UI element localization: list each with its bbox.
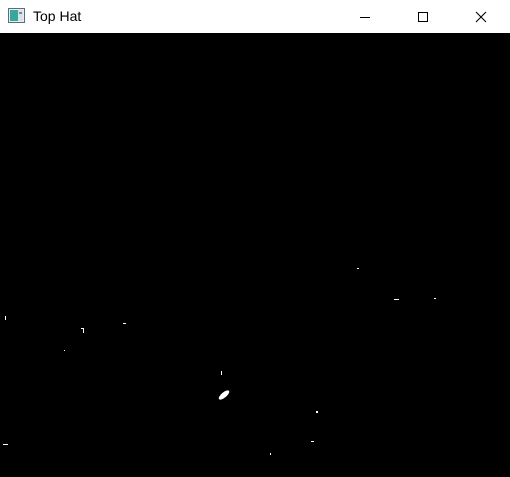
window-title: Top Hat <box>33 8 82 24</box>
image-canvas <box>0 33 510 477</box>
speck <box>64 350 65 351</box>
speck <box>270 453 271 455</box>
maximize-icon <box>418 11 428 22</box>
speck <box>123 323 126 324</box>
speck <box>3 444 8 445</box>
tophat-image <box>0 33 510 477</box>
speck <box>311 441 314 442</box>
window-app-icon <box>8 8 25 23</box>
minimize-icon <box>360 16 370 18</box>
speck <box>357 268 359 269</box>
speck <box>434 298 436 299</box>
speck <box>83 328 84 333</box>
speck <box>221 371 222 375</box>
close-icon <box>475 11 487 22</box>
app-window: Top Hat <box>0 0 510 477</box>
speck <box>5 316 6 320</box>
minimize-button[interactable] <box>336 0 394 33</box>
speck <box>394 299 399 300</box>
title-bar[interactable]: Top Hat <box>0 0 510 33</box>
close-button[interactable] <box>452 0 510 33</box>
maximize-button[interactable] <box>394 0 452 33</box>
speck <box>316 411 318 413</box>
